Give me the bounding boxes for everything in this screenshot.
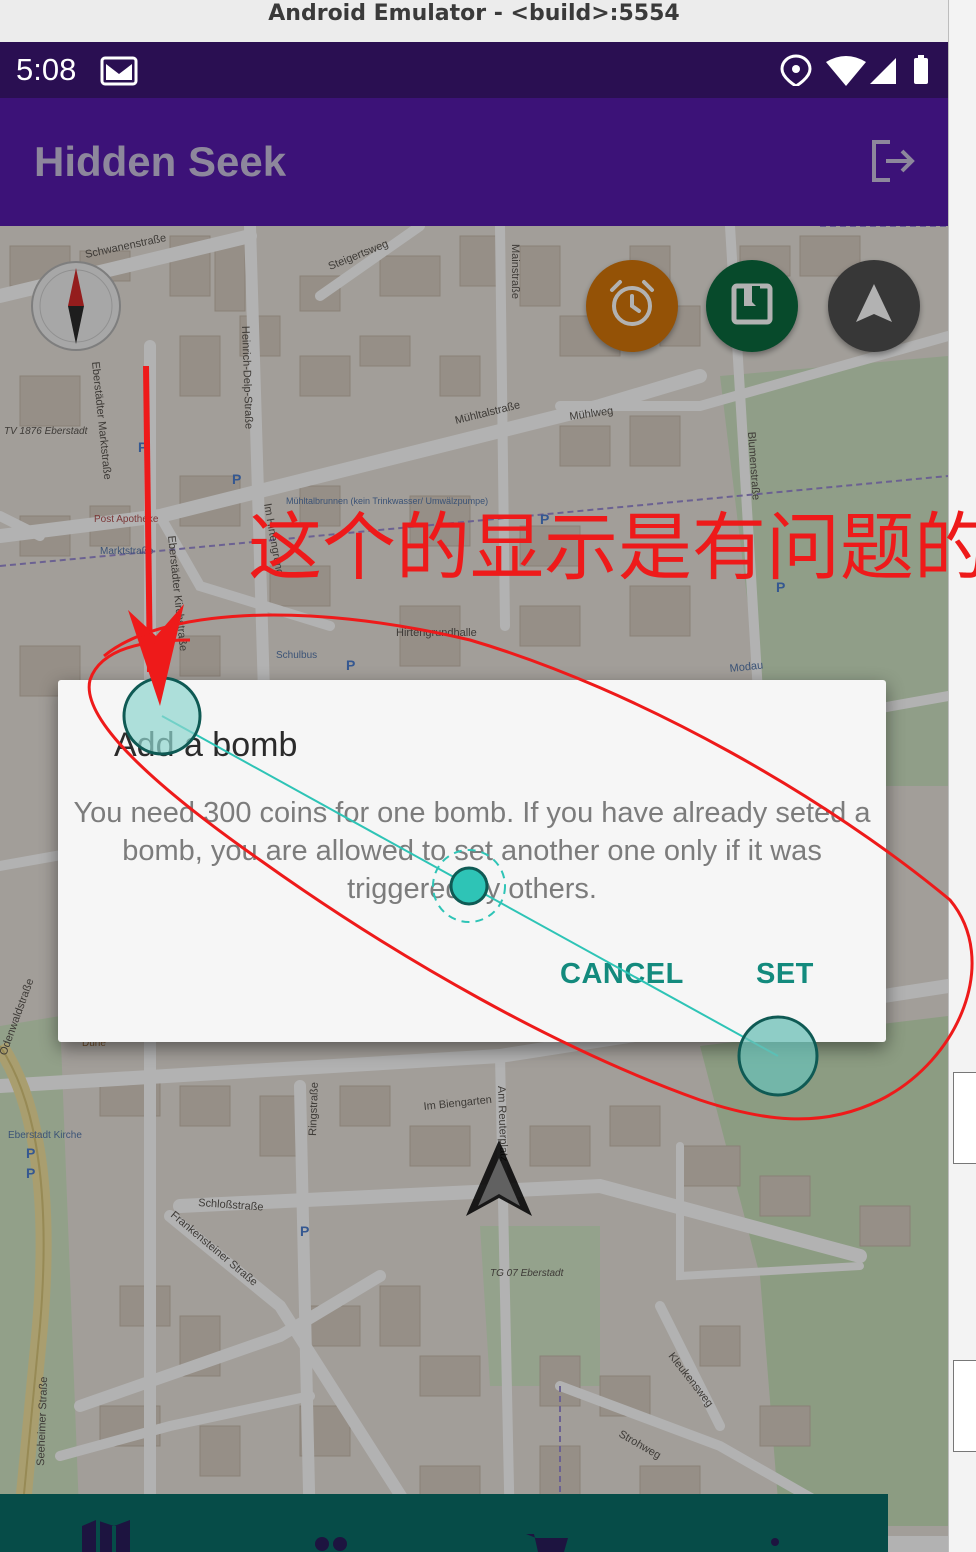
dialog-message: You need 300 coins for one bomb. If you … xyxy=(73,797,871,905)
set-button[interactable]: SET xyxy=(756,958,814,991)
status-time: 5:08 xyxy=(16,52,77,87)
app-title: Hidden Seek xyxy=(34,138,287,185)
logout-icon[interactable] xyxy=(868,138,918,189)
annotation-text: 这个的显示是有问题的 xyxy=(248,505,976,591)
app-bar: Hidden Seek xyxy=(0,98,948,226)
host-window-edge xyxy=(948,0,976,1552)
emulator-screen: Schwanenstraße Steigertsweg Heinrich-Del… xyxy=(0,42,948,1552)
dialog-title: Add a bomb xyxy=(114,726,298,764)
status-bar: 5:08 xyxy=(0,42,948,98)
system-icons xyxy=(774,54,934,91)
cancel-button[interactable]: CANCEL xyxy=(560,958,684,991)
location-icon xyxy=(780,54,812,88)
wifi-icon xyxy=(826,56,866,86)
signal-icon xyxy=(870,58,896,84)
email-icon xyxy=(100,56,138,91)
window-title: Android Emulator - <build>:5554 xyxy=(0,0,948,43)
battery-icon xyxy=(914,55,928,84)
add-bomb-dialog: Add a bomb You need 300 coins for one bo… xyxy=(58,680,886,1042)
